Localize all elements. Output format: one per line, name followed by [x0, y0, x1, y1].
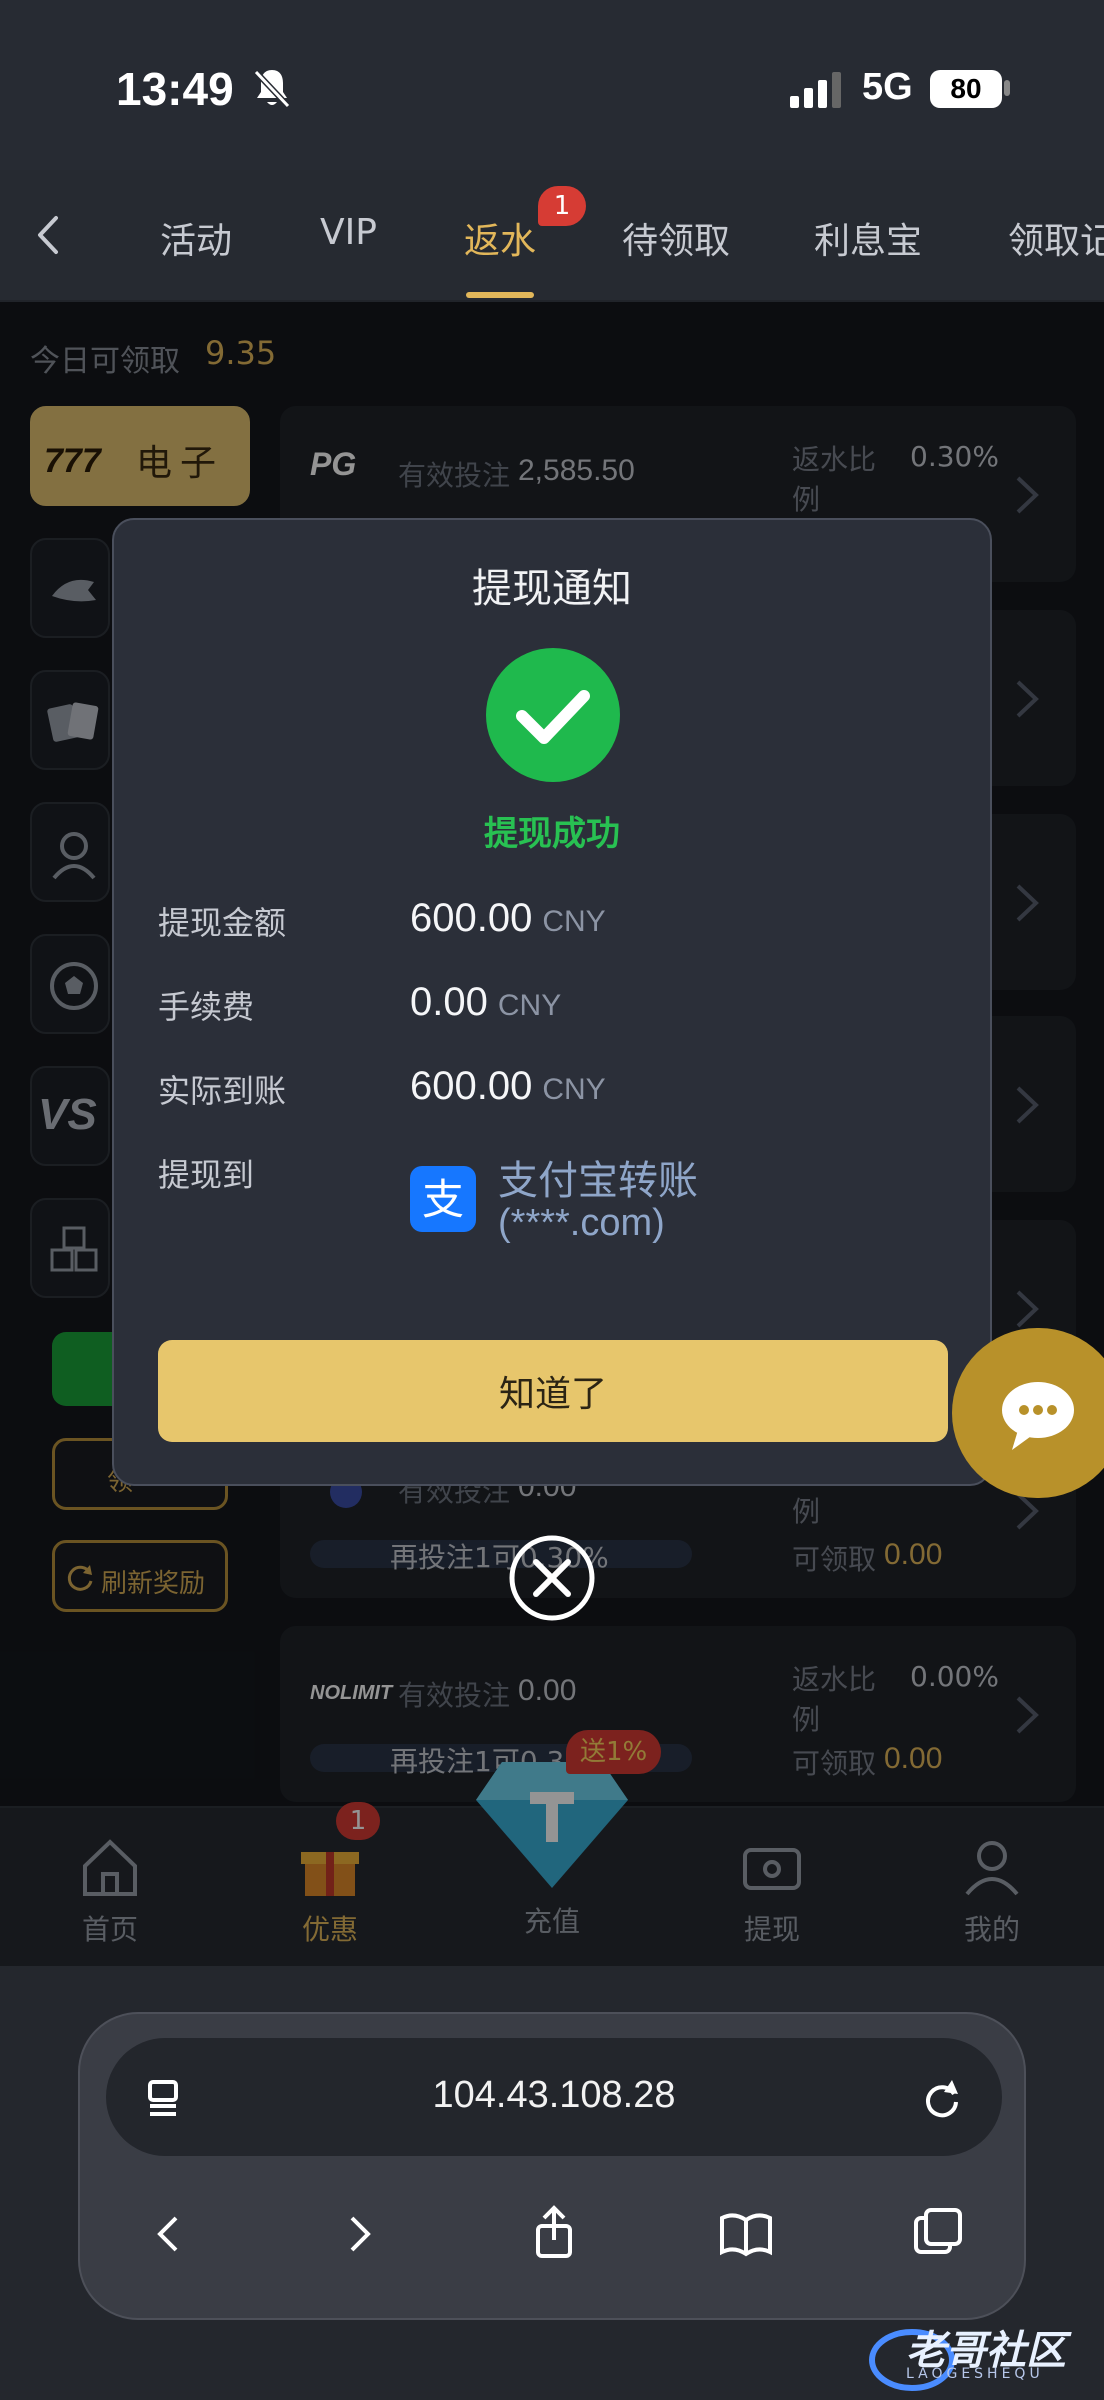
watermark-subtext: LAOGESHEQU — [906, 2366, 1044, 2382]
bell-muted-icon — [253, 69, 291, 109]
fee-value: 0.00 CNY — [410, 980, 562, 1024]
tab-vip[interactable]: VIP — [320, 212, 377, 253]
tab-activity[interactable]: 活动 — [160, 212, 232, 264]
amount-label: 提现金额 — [158, 904, 287, 942]
bookmarks-icon[interactable] — [716, 2204, 776, 2264]
received-label: 实际到账 — [158, 1072, 287, 1110]
alipay-glyph: 支 — [422, 1175, 464, 1224]
destination-account: (****.com) — [498, 1202, 665, 1244]
tab-pending[interactable]: 待领取 — [622, 212, 730, 264]
battery-indicator: 80 — [930, 70, 1002, 108]
browser-back-icon[interactable] — [138, 2204, 198, 2264]
back-arrow-icon[interactable] — [28, 210, 68, 260]
alipay-icon: 支 — [410, 1166, 476, 1232]
chat-support-button[interactable] — [952, 1328, 1104, 1498]
tab-claim-history[interactable]: 领取记 — [1008, 212, 1104, 264]
tabs-icon[interactable] — [908, 2204, 968, 2264]
success-check-icon — [486, 648, 620, 782]
received-value: 600.00 CNY — [410, 1064, 606, 1108]
tab-rebate[interactable]: 返水 — [464, 212, 536, 264]
url-text: 104.43.108.28 — [432, 2074, 676, 2116]
close-icon[interactable] — [508, 1534, 596, 1622]
withdraw-status: 提现成功 — [484, 814, 620, 854]
top-tab-bar: 活动 VIP 返水 1 待领取 利息宝 领取记 — [0, 170, 1104, 302]
tab-interest[interactable]: 利息宝 — [814, 212, 922, 264]
chat-bubble-icon — [1002, 1382, 1074, 1450]
signal-icon — [790, 72, 841, 108]
browser-forward-icon[interactable] — [330, 2204, 390, 2264]
active-tab-indicator — [466, 292, 534, 298]
destination-label: 提现到 — [158, 1156, 255, 1194]
withdraw-notice-dialog: 提现通知 提现成功 提现金额 600.00 CNY 手续费 0.00 CNY 实际到… — [112, 518, 992, 1486]
browser-toolbar: 104.43.108.28 — [78, 2012, 1026, 2320]
status-time: 13:49 — [116, 63, 234, 115]
fee-label: 手续费 — [158, 988, 255, 1026]
reload-icon[interactable] — [918, 2074, 966, 2122]
battery-tip — [1004, 80, 1010, 96]
network-type: 5G — [862, 66, 913, 108]
address-bar[interactable]: 104.43.108.28 — [106, 2038, 1002, 2156]
status-bar: 13:49 5G 80 — [0, 0, 1104, 170]
tab-rebate-badge: 1 — [538, 186, 586, 226]
share-icon[interactable] — [524, 2204, 584, 2264]
destination-name: 支付宝转账 — [498, 1158, 698, 1204]
amount-value: 600.00 CNY — [410, 896, 606, 940]
dialog-title: 提现通知 — [472, 566, 632, 612]
got-it-button[interactable]: 知道了 — [158, 1340, 948, 1442]
